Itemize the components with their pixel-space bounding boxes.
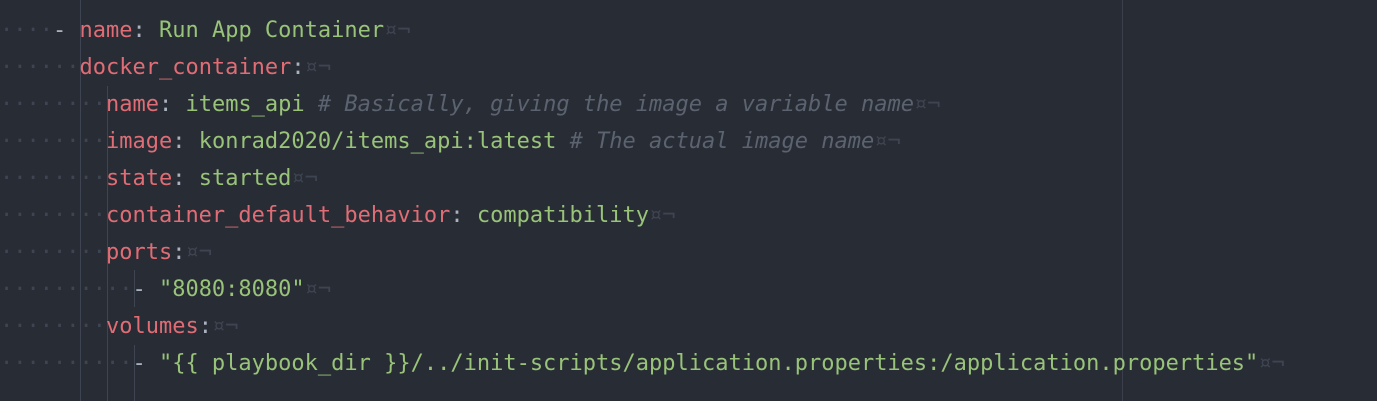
code-line[interactable]: ········ports:¤¬ [0,234,1285,271]
yaml-value: compatibility [476,203,650,228]
yaml-separator: : [172,166,199,191]
eol-marker: ¤¬ [185,240,212,265]
code-line[interactable]: ········state: started¤¬ [0,160,1285,197]
yaml-value: "8080:8080" [158,277,305,302]
code-line[interactable]: ········name: items_api # Basically, giv… [0,86,1285,123]
yaml-key: name [105,92,159,117]
yaml-comment: # The actual image name [556,129,875,154]
yaml-separator: : [291,55,305,80]
eol-marker: ¤¬ [649,203,676,228]
eol-marker: ¤¬ [291,166,318,191]
yaml-key: docker_container [79,55,292,80]
whitespace-marker: ·········· [0,351,133,376]
whitespace-marker: ······ [0,55,80,80]
list-dash: - [132,277,159,302]
code-lines[interactable]: ····- name: Run App Container¤¬ ······doc… [0,12,1285,382]
eol-marker: ¤¬ [304,277,332,302]
eol-marker: ¤¬ [913,92,941,117]
yaml-key: name [79,18,133,43]
yaml-value: konrad2020/items_api:latest [198,129,557,154]
code-line[interactable]: ········volumes:¤¬ [0,308,1285,345]
eol-marker: ¤¬ [211,314,239,339]
whitespace-marker: ···· [0,18,53,43]
yaml-key: image [105,129,173,154]
eol-marker: ¤¬ [384,18,411,43]
yaml-key: volumes [105,314,199,339]
whitespace-marker: ········ [0,166,106,191]
list-dash: - [52,18,80,43]
code-line[interactable]: ········container_default_behavior: comp… [0,197,1285,234]
code-editor[interactable]: ····- name: Run App Container¤¬ ······doc… [0,0,1377,401]
yaml-key: state [105,166,173,191]
code-line[interactable]: ······docker_container:¤¬ [0,49,1285,86]
yaml-separator: : [450,203,477,228]
eol-marker: ¤¬ [874,129,901,154]
yaml-separator: : [198,314,212,339]
eol-marker: ¤¬ [1258,351,1285,376]
whitespace-marker: ········ [0,203,106,228]
eol-marker: ¤¬ [304,55,332,80]
code-line[interactable]: ····- name: Run App Container¤¬ [0,12,1285,49]
whitespace-marker: ········ [0,129,106,154]
yaml-key: ports [105,240,173,265]
yaml-value: Run App Container [158,18,385,43]
yaml-separator: : [172,240,186,265]
whitespace-marker: ·········· [0,277,133,302]
yaml-separator: : [158,92,186,117]
yaml-value: items_api [185,92,305,117]
code-line[interactable]: ··········- "8080:8080"¤¬ [0,271,1285,308]
yaml-key: container_default_behavior [105,203,451,228]
code-line[interactable]: ········image: konrad2020/items_api:late… [0,123,1285,160]
yaml-separator: : [132,18,159,43]
yaml-value: "{{ playbook_dir }}/../init-scripts/appl… [158,351,1259,376]
yaml-value: started [198,166,292,191]
whitespace-marker: ········ [0,314,106,339]
code-line[interactable]: ··········- "{{ playbook_dir }}/../init-… [0,345,1285,382]
yaml-separator: : [172,129,199,154]
list-dash: - [132,351,159,376]
whitespace-marker: ········ [0,92,106,117]
yaml-comment: # Basically, giving the image a variable… [304,92,914,117]
whitespace-marker: ········ [0,240,106,265]
